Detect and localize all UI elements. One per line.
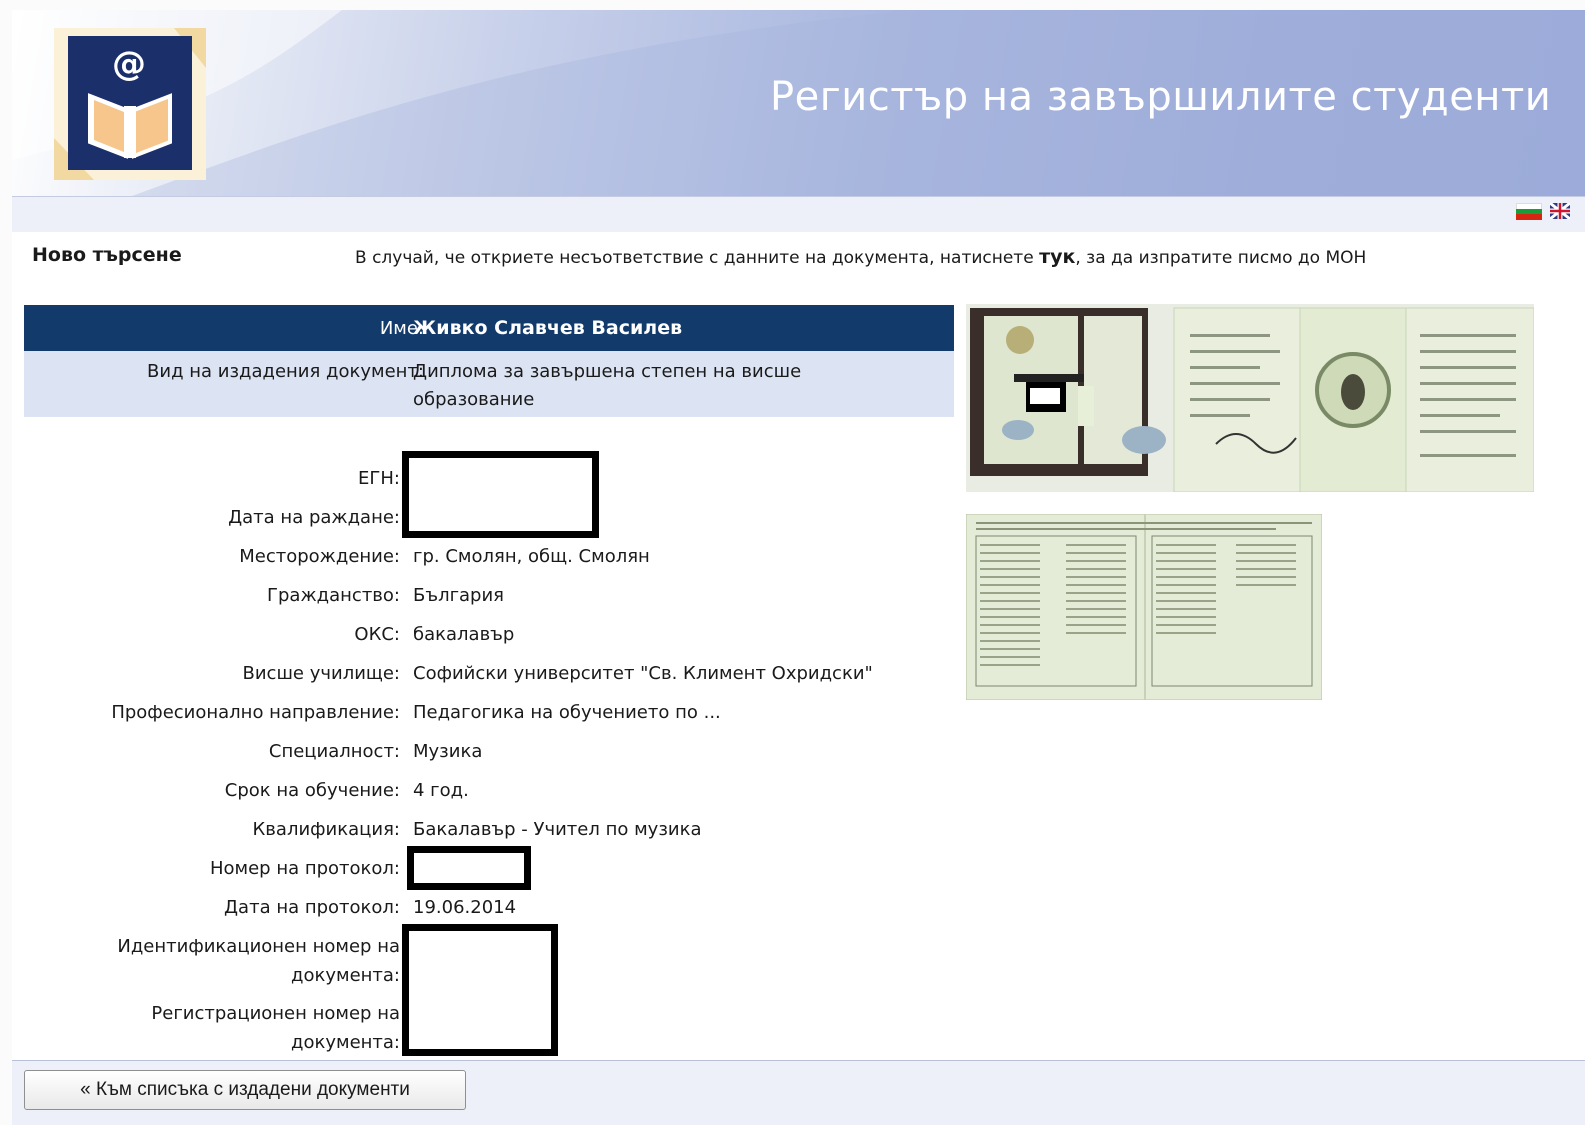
duration-label: Срок на обучение: (224, 780, 400, 801)
specialty-value: Музика (413, 741, 483, 762)
diploma-scan-thumbnail[interactable] (966, 304, 1534, 492)
uk-flag-graphic (1549, 201, 1571, 221)
transcript-scan-thumbnail[interactable] (966, 514, 1322, 700)
egn-label: ЕГН: (358, 468, 400, 489)
document-type-value-line2: образование (413, 389, 535, 410)
protocol-date-label: Дата на протокол: (223, 897, 400, 918)
reg-number-label-line1: Регистрационен номер на (151, 1003, 400, 1024)
citizenship-value: България (413, 585, 505, 606)
protocol-number-label: Номер на протокол: (209, 858, 400, 879)
oks-label: ОКС: (354, 624, 400, 645)
notice-text: В случай, че откриете несъответствие с д… (355, 246, 1366, 268)
redaction-box-protocol (407, 846, 531, 890)
name-label: Име: (379, 318, 424, 339)
oks-value: бакалавър (413, 624, 515, 645)
notice-text-before: В случай, че откриете несъответствие с д… (355, 248, 1040, 268)
document-type-row: Вид на издадения документ: Диплома за за… (24, 351, 954, 417)
qualification-value: Бакалавър - Учител по музика (413, 819, 702, 840)
duration-value: 4 год. (413, 780, 469, 801)
logo-at-symbol: @ (112, 44, 146, 84)
diploma-scan-image (966, 304, 1534, 492)
book-at-logo-icon: @ (54, 28, 206, 180)
back-to-list-button[interactable]: « Към списъка с издадени документи (24, 1070, 466, 1110)
qualification-label: Квалификация: (252, 819, 400, 840)
id-number-label-line2: документа: (291, 965, 400, 986)
language-bar (12, 196, 1585, 233)
document-type-label: Вид на издадения документ: (147, 361, 424, 382)
name-value: Живко Славчев Василев (413, 317, 683, 339)
birthdate-label: Дата на раждане: (228, 507, 400, 528)
new-search-link[interactable]: Ново търсене (32, 244, 182, 266)
university-label: Висше училище: (242, 663, 401, 684)
report-here-link[interactable]: тук (1039, 246, 1075, 268)
citizenship-label: Гражданство: (267, 585, 400, 606)
notice-text-after: , за да изпратите писмо до МОН (1075, 248, 1367, 268)
transcript-scan-image (966, 514, 1322, 700)
birthplace-label: Месторождение: (239, 546, 400, 567)
redaction-box-egn (402, 451, 599, 538)
specialty-label: Специалност: (268, 741, 400, 762)
page-title: Регистър на завършилите студенти (770, 74, 1552, 120)
uk-flag-icon[interactable] (1549, 201, 1571, 221)
reg-number-label-line2: документа: (291, 1032, 400, 1053)
id-number-label-line1: Идентификационен номер на (117, 936, 400, 957)
birthplace-value: гр. Смолян, общ. Смолян (413, 546, 650, 567)
university-value: Софийски университет "Св. Климент Охридс… (413, 663, 873, 684)
document-type-value-line1: Диплома за завършена степен на висше (413, 361, 802, 382)
redaction-box-numbers (402, 924, 558, 1056)
bg-flag-icon[interactable] (1516, 203, 1542, 220)
professional-field-label: Професионално направление: (111, 702, 400, 723)
professional-field-value: Педагогика на обучението по ... (413, 702, 721, 723)
protocol-date-value: 19.06.2014 (413, 897, 517, 918)
name-row: Име: Живко Славчев Василев (24, 305, 954, 351)
